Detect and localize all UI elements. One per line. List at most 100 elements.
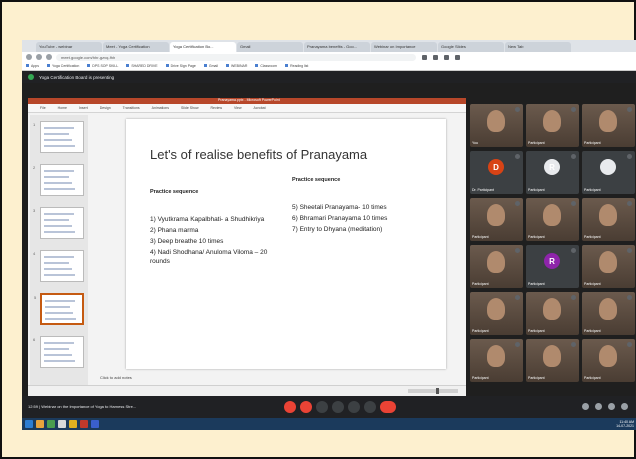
browser-tab[interactable]: Webinar on Importance	[371, 42, 437, 52]
slide-title: Let's of realise benefits of Pranayama	[150, 147, 368, 162]
ppt-title: Pranayama.pptx - Microsoft PowerPoint	[218, 98, 280, 102]
present-button[interactable]	[332, 401, 344, 413]
participant-tile[interactable]: Participant	[526, 104, 579, 147]
bookmark-item[interactable]: DPS SOP SKILL	[87, 64, 118, 68]
thumbnail-number: 1	[33, 122, 36, 127]
ribbon-tab[interactable]: Review	[211, 106, 222, 110]
windows-taskbar: 11:40 AM 14-07-2021	[22, 418, 636, 430]
menu-icon[interactable]	[455, 54, 460, 60]
chat-icon[interactable]	[608, 403, 615, 410]
participant-tile[interactable]: Participant	[582, 198, 635, 241]
back-icon[interactable]	[26, 54, 32, 60]
browser-tab[interactable]: Gmail	[237, 42, 303, 52]
end-call-button[interactable]	[380, 401, 396, 413]
raise-hand-button[interactable]	[348, 401, 360, 413]
activities-icon[interactable]	[621, 403, 628, 410]
participant-tile[interactable]: D Dr. Participant	[470, 151, 523, 194]
thumbnail-line	[44, 231, 75, 233]
browser-tab[interactable]: New Tab	[505, 42, 571, 52]
app-icon[interactable]	[58, 420, 66, 428]
thumbnail-number: 5	[34, 295, 37, 300]
forward-icon[interactable]	[36, 54, 42, 60]
thumbnail-line	[44, 268, 72, 270]
url-input[interactable]: meet.google.com/hhr-gzvq-fhh	[56, 53, 416, 61]
browser-tab[interactable]: Pranayama benefits - Goo...	[304, 42, 370, 52]
app-icon[interactable]	[80, 420, 88, 428]
slide-thumbnail[interactable]: 3	[33, 207, 84, 239]
mic-off-button[interactable]	[284, 401, 296, 413]
slide-thumbnail[interactable]: 5	[34, 293, 84, 325]
extension-icon[interactable]	[433, 54, 438, 60]
explorer-icon[interactable]	[36, 420, 44, 428]
thumbnail-line	[44, 182, 72, 184]
left-list-item: 4) Nadi Shodhana/ Anuloma Viloma – 20 ro…	[150, 249, 268, 265]
ribbon-tab[interactable]: View	[234, 106, 242, 110]
bookmark-item[interactable]: Drive Sign Page	[166, 64, 196, 68]
thumbnail-line	[44, 127, 74, 129]
chrome-icon[interactable]	[69, 420, 77, 428]
mic-muted-icon	[515, 154, 520, 159]
ribbon-tab[interactable]: Insert	[79, 106, 88, 110]
participant-tile[interactable]: Participant	[470, 339, 523, 382]
ribbon-tab[interactable]: Acrobat	[254, 106, 266, 110]
participant-tile[interactable]: Participant	[582, 339, 635, 382]
browser-tab[interactable]: Meet - Yoga Certification	[103, 42, 169, 52]
browser-tab[interactable]: YouTube - webinar	[36, 42, 102, 52]
app-icon[interactable]	[47, 420, 55, 428]
mic-muted-icon	[515, 295, 520, 300]
address-bar: meet.google.com/hhr-gzvq-fhh	[22, 52, 636, 62]
captions-button[interactable]	[316, 401, 328, 413]
ribbon-tab[interactable]: File	[40, 106, 46, 110]
zoom-slider[interactable]	[408, 388, 458, 394]
reload-icon[interactable]	[46, 54, 52, 60]
participant-tile[interactable]: Participant	[582, 245, 635, 288]
participant-avatar: R	[544, 159, 560, 175]
browser-tab[interactable]: Yoga Certification Bo...	[170, 42, 236, 52]
participant-tile[interactable]: Participant	[470, 245, 523, 288]
info-icon[interactable]	[582, 403, 589, 410]
participant-tile[interactable]: Participant	[470, 198, 523, 241]
participant-tile[interactable]: Participant	[470, 292, 523, 335]
camera-off-button[interactable]	[300, 401, 312, 413]
bookmark-item[interactable]: WEBINAR	[226, 64, 247, 68]
ribbon-tab[interactable]: Home	[58, 106, 67, 110]
bookmark-item[interactable]: Reading list	[285, 64, 308, 68]
slide-thumbnail[interactable]: 4	[33, 250, 84, 282]
ribbon-tab[interactable]: Transitions	[123, 106, 140, 110]
participant-tile[interactable]: Participant	[526, 292, 579, 335]
bookmark-item[interactable]: Gmail	[204, 64, 218, 68]
extension-icon[interactable]	[444, 54, 449, 60]
thumbnail-number: 6	[33, 337, 36, 342]
participant-tile[interactable]: You	[470, 104, 523, 147]
bookmark-item[interactable]: Classroom	[255, 64, 277, 68]
slide-thumbnail[interactable]: 6	[33, 336, 84, 368]
start-icon[interactable]	[25, 420, 33, 428]
slide-thumbnail[interactable]: 1	[33, 121, 84, 153]
participant-tile[interactable]: Participant	[526, 339, 579, 382]
participant-tile[interactable]: Participant	[526, 198, 579, 241]
participant-tile[interactable]: Participant	[582, 104, 635, 147]
participant-tile[interactable]: R Participant	[526, 151, 579, 194]
right-list: 5) Sheetali Pranayama- 10 times 6) Bhrama…	[292, 203, 442, 236]
ribbon-tab[interactable]: Animations	[152, 106, 169, 110]
ribbon-tab[interactable]: Slide Show	[181, 106, 199, 110]
notes-placeholder[interactable]: Click to add notes	[100, 375, 132, 380]
participant-tile[interactable]: R Participant	[526, 245, 579, 288]
people-icon[interactable]	[595, 403, 602, 410]
more-options-button[interactable]	[364, 401, 376, 413]
extension-icon[interactable]	[422, 54, 427, 60]
slide-thumbnail[interactable]: 2	[33, 164, 84, 196]
slide-thumbnails: 1 2 3 4 5 6	[30, 115, 88, 385]
bookmark-item[interactable]: SHARED DRIVE	[126, 64, 157, 68]
zoom-handle[interactable]	[436, 388, 439, 394]
app-icon[interactable]	[91, 420, 99, 428]
participant-avatar: D	[488, 159, 504, 175]
participant-tile[interactable]: Participant	[582, 151, 635, 194]
ribbon-tab[interactable]: Design	[100, 106, 111, 110]
browser-tab[interactable]: Google Slides	[438, 42, 504, 52]
mic-muted-icon	[571, 107, 576, 112]
thumbnail-line	[44, 262, 69, 264]
participant-tile[interactable]: Participant	[582, 292, 635, 335]
bookmark-item[interactable]: Yoga Certification	[47, 64, 79, 68]
bookmark-item[interactable]: Apps	[26, 64, 39, 68]
